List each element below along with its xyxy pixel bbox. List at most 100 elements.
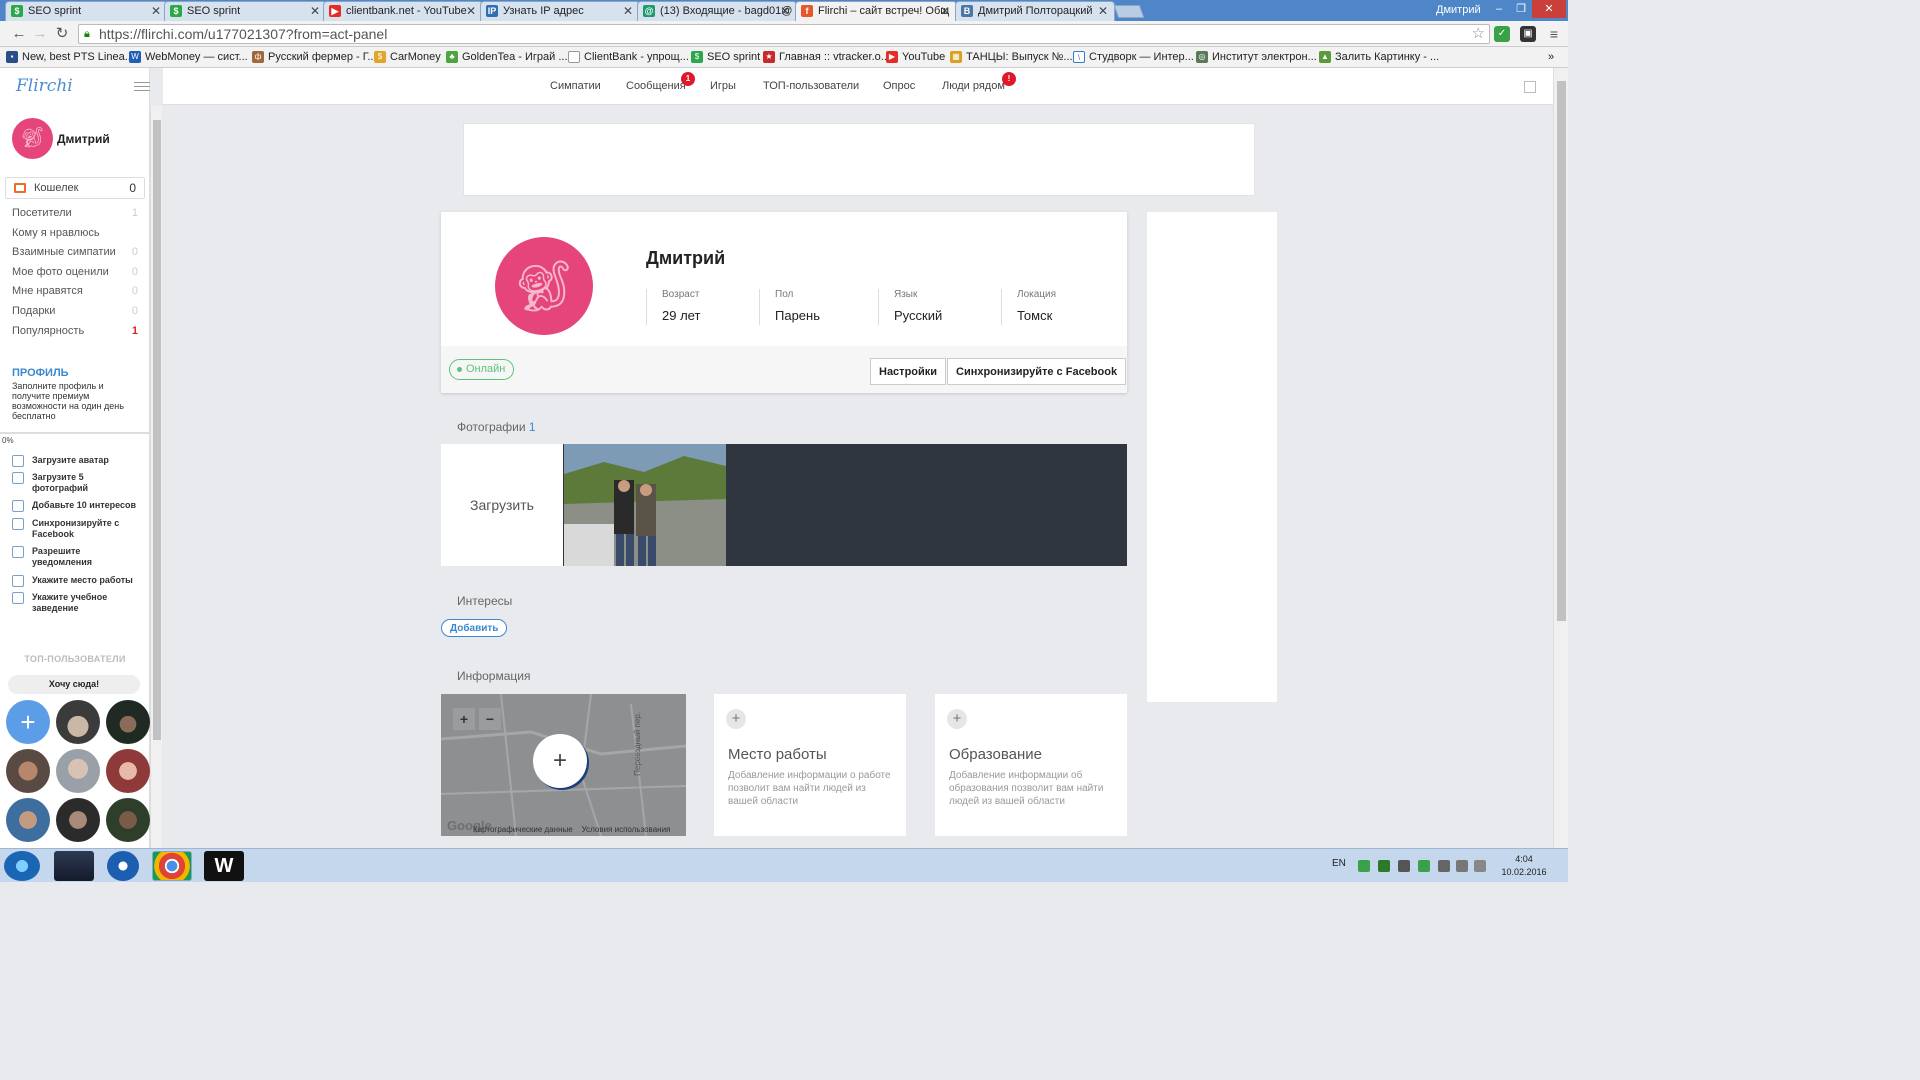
close-tab-icon[interactable]: ✕ — [780, 2, 790, 20]
photo-thumbnail[interactable] — [564, 444, 726, 566]
top-user-avatar[interactable] — [56, 798, 100, 842]
task-education[interactable]: Укажите учебное заведение — [12, 592, 142, 614]
shield-extension-icon[interactable]: ✓ — [1494, 26, 1510, 42]
media-player-icon[interactable] — [107, 851, 139, 881]
top-user-avatar[interactable] — [6, 798, 50, 842]
menu-icon[interactable]: ≡ — [1546, 26, 1562, 42]
close-tab-icon[interactable]: ✕ — [940, 2, 950, 20]
task-add-interests[interactable]: Добавьте 10 интересов — [12, 500, 142, 512]
stat-photo-rated[interactable]: Мое фото оценили 0 — [12, 266, 138, 278]
task-sync-facebook[interactable]: Синхронизируйте с Facebook — [12, 518, 142, 540]
browser-tab[interactable]: $ SEO sprint ✕ — [5, 1, 168, 21]
browser-tab[interactable]: @ (13) Входящие - bagd01@ ✕ — [637, 1, 797, 21]
map-terms-link[interactable]: Условия использования — [582, 825, 671, 834]
stat-i-like[interactable]: Мне нравятся 0 — [12, 285, 138, 297]
close-window-icon[interactable]: ✕ — [1532, 0, 1566, 18]
stat-who-likes-me[interactable]: Кому я нравлюсь — [12, 227, 138, 239]
back-icon[interactable]: ← — [10, 25, 28, 43]
close-tab-icon[interactable]: ✕ — [466, 2, 476, 20]
bookmark-item[interactable]: ▲ Залить Картинку - ... — [1319, 50, 1439, 64]
bookmark-item[interactable]: $ SEO sprint — [691, 50, 760, 64]
bookmark-item[interactable]: ф Русский фермер - Г... — [252, 50, 377, 64]
settings-button[interactable]: Настройки — [870, 358, 947, 385]
flirchi-logo[interactable]: Flirchi — [16, 76, 73, 96]
bookmark-item[interactable]: ▦ ТАНЦЫ: Выпуск №... — [950, 50, 1073, 64]
stat-mutual-likes[interactable]: Взаимные симпатии 0 — [12, 246, 138, 258]
add-education-icon[interactable]: + — [947, 709, 967, 729]
task-upload-photos[interactable]: Загрузите 5 фотографий — [12, 472, 142, 494]
tray-network-icon[interactable] — [1438, 860, 1450, 872]
bookmark-item[interactable]: ◎ Институт электрон... — [1196, 50, 1317, 64]
task-checkbox[interactable] — [12, 472, 24, 484]
map-data-link[interactable]: Картографические данные — [473, 825, 573, 834]
top-user-avatar[interactable] — [106, 749, 150, 793]
expand-icon[interactable] — [1524, 81, 1536, 93]
scrollbar-thumb[interactable] — [1557, 81, 1566, 621]
page-scrollbar[interactable] — [1553, 68, 1568, 848]
stat-visitors[interactable]: Посетители 1 — [12, 207, 138, 219]
task-checkbox[interactable] — [12, 500, 24, 512]
stat-popularity[interactable]: Популярность 1 — [12, 325, 138, 337]
upload-photo-button[interactable]: Загрузить — [441, 444, 563, 566]
bookmark-item[interactable]: ♣ GoldenTea - Играй ... — [446, 50, 568, 64]
want-here-button[interactable]: Хочу сюда! — [8, 675, 140, 694]
bookmark-item[interactable]: ▶ YouTube — [886, 50, 945, 64]
close-tab-icon[interactable]: ✕ — [310, 2, 320, 20]
url-input[interactable] — [99, 26, 1449, 42]
top-user-avatar[interactable] — [106, 700, 150, 744]
close-tab-icon[interactable]: ✕ — [151, 2, 161, 20]
bookmark-item[interactable]: ClientBank - упрощ... — [568, 50, 689, 64]
map-zoom-out-button[interactable]: − — [479, 708, 501, 730]
left-panel-scrollbar[interactable] — [150, 106, 162, 848]
task-checkbox[interactable] — [12, 575, 24, 587]
language-indicator[interactable]: EN — [1332, 858, 1346, 869]
nav-top-users[interactable]: ТОП-пользователи — [763, 80, 859, 92]
nav-poll[interactable]: Опрос — [883, 80, 915, 92]
tray-antivirus-icon[interactable] — [1358, 860, 1370, 872]
bookmark-item[interactable]: $ CarMoney — [374, 50, 441, 64]
browser-tab[interactable]: B Дмитрий Полторацкий ✕ — [955, 1, 1115, 21]
task-checkbox[interactable] — [12, 455, 24, 467]
tray-app-icon[interactable] — [1398, 860, 1410, 872]
profile-heading[interactable]: ПРОФИЛЬ — [12, 367, 69, 379]
hamburger-menu-icon[interactable] — [134, 82, 150, 92]
close-tab-icon[interactable]: ✕ — [1098, 2, 1108, 20]
task-checkbox[interactable] — [12, 592, 24, 604]
task-allow-notifications[interactable]: Разрешите уведомления — [12, 546, 142, 568]
wallet-button[interactable]: Кошелек 0 — [5, 177, 145, 199]
forward-icon[interactable]: → — [31, 25, 49, 43]
browser-tab[interactable]: $ SEO sprint ✕ — [164, 1, 327, 21]
tray-shield-icon[interactable] — [1418, 860, 1430, 872]
minimize-icon[interactable]: – — [1488, 0, 1510, 18]
bookmark-item[interactable]: \ Студворк — Интер... — [1073, 50, 1194, 64]
top-user-avatar[interactable] — [106, 798, 150, 842]
add-top-user-button[interactable]: + — [6, 700, 50, 744]
taskbar-app-icon[interactable] — [54, 851, 94, 881]
add-work-icon[interactable]: + — [726, 709, 746, 729]
task-checkbox[interactable] — [12, 546, 24, 558]
tray-signal-icon[interactable] — [1474, 860, 1486, 872]
bookmarks-overflow-button[interactable]: » — [1548, 50, 1554, 64]
close-tab-icon[interactable]: ✕ — [623, 2, 633, 20]
new-tab-button[interactable] — [1113, 5, 1145, 18]
bookmark-item[interactable]: ★ Главная :: vtracker.o... — [763, 50, 890, 64]
task-checkbox[interactable] — [12, 518, 24, 530]
browser-profile-chip[interactable]: Дмитрий — [1430, 2, 1487, 18]
sync-facebook-button[interactable]: Синхронизируйте с Facebook — [947, 358, 1127, 385]
top-user-avatar[interactable] — [56, 700, 100, 744]
education-card[interactable]: + Образование Добавление информации об о… — [935, 694, 1127, 836]
start-button[interactable] — [4, 851, 40, 881]
system-clock[interactable]: 4:04 10.02.2016 — [1500, 853, 1548, 879]
profile-avatar[interactable]: 🐒︎ — [495, 237, 593, 335]
tray-monitor-icon[interactable] — [1456, 860, 1468, 872]
nav-likes[interactable]: Симпатии — [550, 80, 601, 92]
browser-tab-active[interactable]: f Flirchi – сайт встреч! Общ ✕ — [795, 1, 957, 21]
browser-tab[interactable]: IP Узнать IP адрес ✕ — [480, 1, 640, 21]
top-user-avatar[interactable] — [56, 749, 100, 793]
tray-nvidia-icon[interactable] — [1378, 860, 1390, 872]
task-workplace[interactable]: Укажите место работы — [12, 575, 142, 587]
map-zoom-in-button[interactable]: + — [453, 708, 475, 730]
address-bar[interactable]: 🔒︎ ☆ — [78, 24, 1490, 44]
restore-icon[interactable]: ❐ — [1510, 0, 1532, 18]
nav-messages[interactable]: Сообщения — [626, 80, 686, 92]
